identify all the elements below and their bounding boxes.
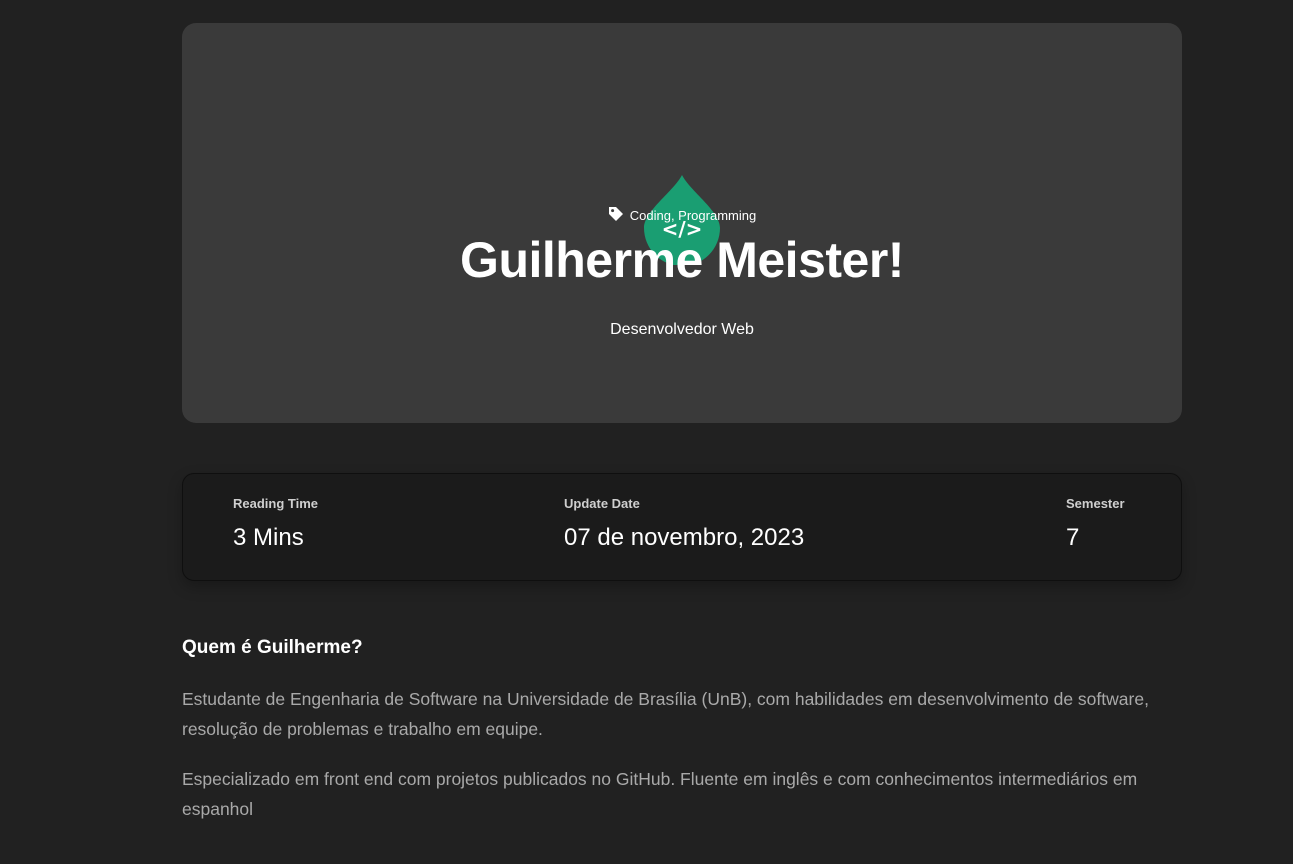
tags-text[interactable]: Coding, Programming [630, 208, 756, 223]
page-subtitle: Desenvolvedor Web [610, 321, 754, 338]
post-tags: Coding, Programming [182, 206, 1182, 226]
about-paragraph: Estudante de Engenharia de Software na U… [182, 689, 1149, 739]
about-heading: Quem é Guilherme? [182, 637, 363, 658]
about-paragraph: Especializado em front end com projetos … [182, 769, 1138, 819]
about-section: Quem é Guilherme? Estudante de Engenhari… [182, 633, 1182, 824]
reading-time-value: 3 Mins [233, 524, 304, 551]
semester: Semester 7 [1066, 495, 1125, 553]
semester-value: 7 [1066, 524, 1080, 551]
post-meta-card: Reading Time 3 Mins Update Date 07 de no… [182, 473, 1182, 581]
tag-icon [608, 207, 623, 221]
reading-time: Reading Time 3 Mins [233, 495, 318, 553]
update-date: Update Date 07 de novembro, 2023 [564, 495, 804, 553]
hero-banner: </> Coding, Programming Guilherme Meiste… [182, 23, 1182, 423]
semester-label: Semester [1066, 496, 1125, 511]
reading-time-label: Reading Time [233, 496, 319, 511]
update-date-value: 07 de novembro, 2023 [564, 524, 805, 551]
update-date-label: Update Date [564, 496, 640, 511]
page-title: Guilherme Meister! [460, 232, 904, 288]
